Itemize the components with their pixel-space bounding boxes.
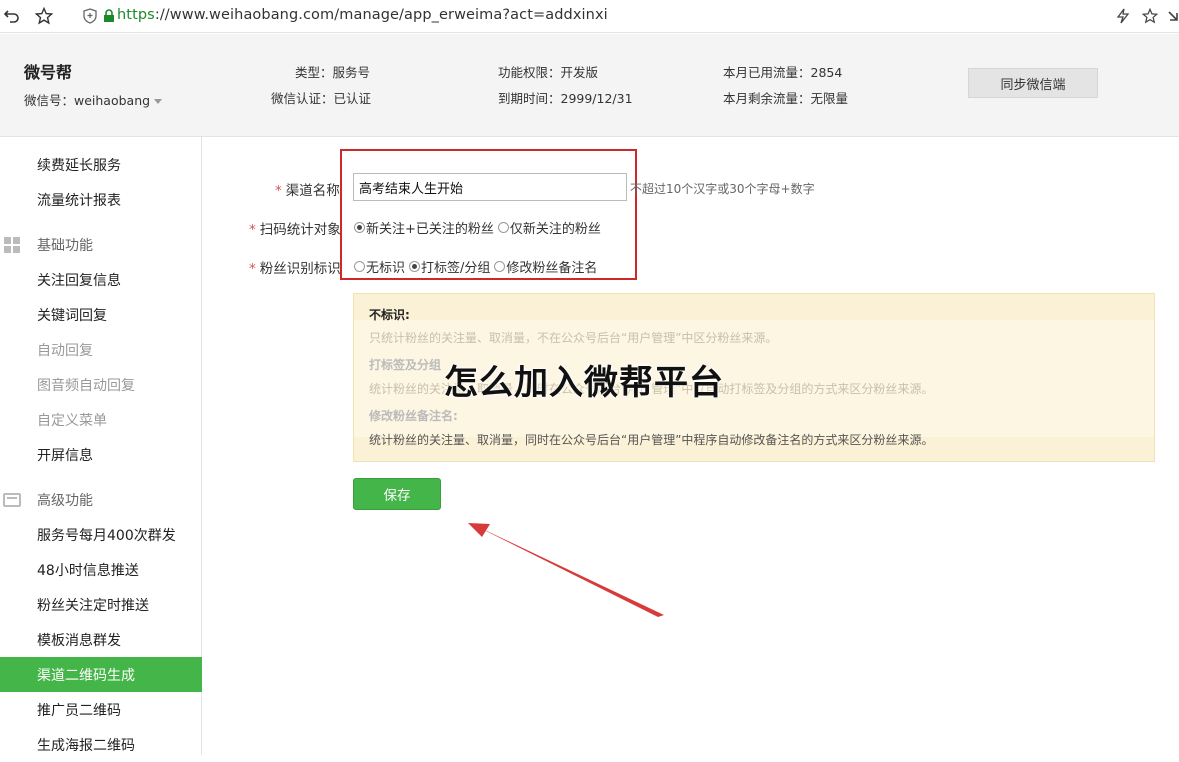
sidebar-item-channel-qrcode[interactable]: 渠道二维码生成	[0, 657, 202, 692]
sidebar-group-advanced[interactable]: 高级功能	[0, 482, 202, 517]
fan-mark-option-label: 无标识	[366, 261, 406, 276]
required-mark: *	[249, 222, 256, 238]
scan-target-option-all[interactable]: 新关注+已关注的粉丝	[354, 218, 494, 237]
brand-title: 微号帮	[24, 63, 73, 82]
scan-target-radio-group: 新关注+已关注的粉丝 仅新关注的粉丝	[354, 218, 605, 237]
info-title-tag: 打标签及分组	[369, 358, 442, 372]
radio-unchecked-icon[interactable]	[494, 261, 506, 272]
save-button[interactable]: 保存	[353, 478, 441, 510]
scan-target-option-label: 仅新关注的粉丝	[509, 222, 601, 237]
sidebar-group-label: 高级功能	[37, 492, 93, 509]
bookmark-star-icon[interactable]	[1140, 6, 1160, 26]
more-icon[interactable]	[1163, 6, 1179, 26]
channel-name-label: * 渠道名称	[275, 179, 340, 199]
expire-date: 到期时间：2999/12/31	[498, 91, 633, 106]
sidebar-group-label: 基础功能	[37, 237, 93, 254]
url-scheme: https	[117, 7, 155, 23]
fan-mark-option-remark[interactable]: 修改粉丝备注名	[494, 257, 597, 276]
lightning-icon[interactable]	[1113, 6, 1133, 26]
lock-icon	[99, 6, 119, 26]
sidebar-item-promoter-qrcode[interactable]: 推广员二维码	[0, 692, 202, 727]
chevron-down-icon	[154, 99, 163, 104]
sidebar-item-mass-send[interactable]: 服务号每月400次群发	[0, 517, 202, 552]
fan-mark-option-label: 打标签/分组	[421, 261, 491, 276]
required-mark: *	[275, 183, 282, 199]
wechat-id-text: 微信号：weihaobang	[24, 93, 151, 108]
scan-target-label: * 扫码统计对象	[249, 218, 341, 238]
radio-checked-icon[interactable]	[409, 261, 421, 272]
fan-mark-label-text: 粉丝识别标识	[259, 261, 341, 277]
fan-mark-radio-group: 无标识 打标签/分组 修改粉丝备注名	[354, 257, 601, 276]
channel-name-hint: 不超过10个汉字或30个字母+数字	[630, 182, 815, 196]
sidebar-item-auto-reply[interactable]: 自动回复	[0, 332, 202, 367]
scan-target-option-label: 新关注+已关注的粉丝	[366, 222, 494, 237]
info-title-none: 不标识:	[369, 308, 410, 322]
sidebar-item-timed-push[interactable]: 粉丝关注定时推送	[0, 587, 202, 622]
fan-mark-option-tag[interactable]: 打标签/分组	[409, 257, 490, 276]
sidebar-item-poster-qrcode[interactable]: 生成海报二维码	[0, 727, 202, 762]
sidebar-item-renew[interactable]: 续费延长服务	[0, 147, 202, 182]
permission-level: 功能权限：开发版	[498, 65, 599, 80]
sidebar-group-basic[interactable]: 基础功能	[0, 227, 202, 262]
radio-unchecked-icon[interactable]	[354, 261, 365, 272]
remain-traffic: 本月剩余流量：无限量	[723, 91, 849, 106]
fan-mark-option-none[interactable]: 无标识	[354, 257, 405, 276]
wechat-id-selector[interactable]: 微信号：weihaobang	[24, 90, 163, 109]
required-mark: *	[249, 261, 256, 277]
sidebar-item-template-message[interactable]: 模板消息群发	[0, 622, 202, 657]
back-icon[interactable]	[2, 6, 22, 26]
sidebar-item-splash-info[interactable]: 开屏信息	[0, 437, 202, 472]
fan-mark-option-label: 修改粉丝备注名	[506, 261, 598, 276]
browser-toolbar: https://www.weihaobang.com/manage/app_er…	[0, 0, 1179, 33]
account-type: 类型：服务号	[295, 65, 371, 80]
sidebar: 续费延长服务 流量统计报表 基础功能 关注回复信息 关键词回复 自动回复 图音频…	[0, 137, 202, 755]
sidebar-item-follow-reply[interactable]: 关注回复信息	[0, 262, 202, 297]
info-text-none: 只统计粉丝的关注量、取消量，不在公众号后台“用户管理”中区分粉丝来源。	[369, 331, 778, 345]
star-icon[interactable]	[34, 6, 54, 26]
overlay-caption: 怎么加入微帮平台	[444, 363, 724, 403]
info-text-remark: 统计粉丝的关注量、取消量，同时在公众号后台“用户管理”中程序自动修改备注名的方式…	[369, 433, 934, 447]
used-traffic: 本月已用流量：2854	[723, 65, 843, 80]
verify-status: 微信认证：已认证	[271, 91, 372, 106]
sidebar-item-media-auto-reply[interactable]: 图音频自动回复	[0, 367, 202, 402]
channel-name-label-text: 渠道名称	[285, 183, 340, 199]
sync-wechat-button[interactable]: 同步微信端	[968, 68, 1098, 98]
sidebar-item-traffic-report[interactable]: 流量统计报表	[0, 182, 202, 217]
url-path: ://www.weihaobang.com/manage/app_erweima…	[154, 7, 608, 23]
inbox-icon	[3, 493, 21, 507]
scan-target-option-new[interactable]: 仅新关注的粉丝	[497, 218, 601, 237]
sidebar-item-custom-menu[interactable]: 自定义菜单	[0, 402, 202, 437]
radio-unchecked-icon[interactable]	[497, 222, 509, 233]
account-header: 微号帮 微信号：weihaobang 类型：服务号 微信认证：已认证 功能权限：…	[0, 34, 1179, 137]
sidebar-item-48h-push[interactable]: 48小时信息推送	[0, 552, 202, 587]
grid-icon	[4, 237, 20, 253]
address-bar[interactable]: https://www.weihaobang.com/manage/app_er…	[117, 7, 608, 23]
channel-name-input[interactable]	[353, 173, 627, 201]
radio-checked-icon[interactable]	[354, 222, 365, 233]
fan-mark-label: * 粉丝识别标识	[249, 257, 341, 277]
shield-icon[interactable]	[80, 6, 100, 26]
sidebar-item-keyword-reply[interactable]: 关键词回复	[0, 297, 202, 332]
info-title-remark: 修改粉丝备注名:	[369, 409, 458, 423]
scan-target-label-text: 扫码统计对象	[259, 222, 341, 238]
red-arrow-annotation	[468, 523, 664, 617]
